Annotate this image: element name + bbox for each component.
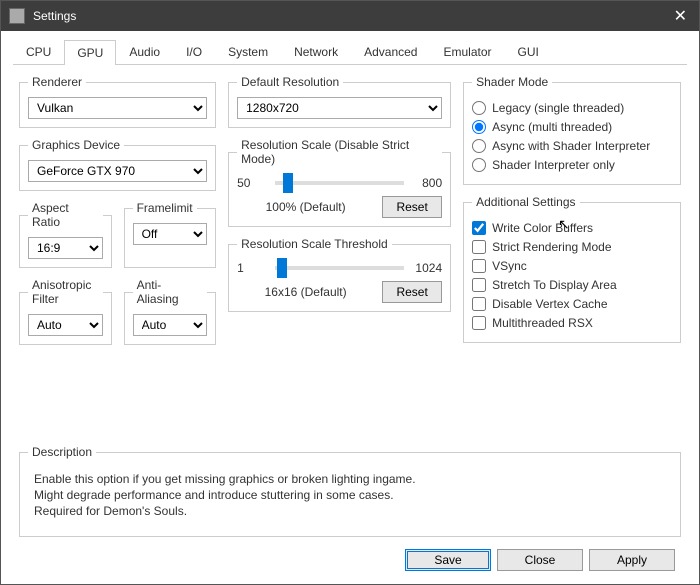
description-legend: Description xyxy=(28,445,96,459)
additional-option[interactable]: Stretch To Display Area xyxy=(472,277,672,293)
graphics-device-group: Graphics Device GeForce GTX 970 xyxy=(19,138,216,191)
tab-bar: CPUGPUAudioI/OSystemNetworkAdvancedEmula… xyxy=(13,39,687,65)
save-button[interactable]: Save xyxy=(405,549,491,571)
additional-label: VSync xyxy=(492,258,527,274)
res-threshold-slider[interactable] xyxy=(275,266,404,270)
res-threshold-min: 1 xyxy=(237,261,265,275)
shader-mode-option[interactable]: Async with Shader Interpreter xyxy=(472,138,672,154)
content-area: CPUGPUAudioI/OSystemNetworkAdvancedEmula… xyxy=(1,31,699,583)
additional-checkbox[interactable] xyxy=(472,221,486,235)
additional-option[interactable]: Strict Rendering Mode xyxy=(472,239,672,255)
shader-mode-label: Legacy (single threaded) xyxy=(492,100,624,116)
tab-i-o[interactable]: I/O xyxy=(173,39,215,64)
shader-mode-label: Async with Shader Interpreter xyxy=(492,138,650,154)
tab-advanced[interactable]: Advanced xyxy=(351,39,430,64)
additional-label: Multithreaded RSX xyxy=(492,315,593,331)
tab-audio[interactable]: Audio xyxy=(116,39,173,64)
resolution-scale-group: Resolution Scale (Disable Strict Mode) 5… xyxy=(228,138,451,227)
shader-mode-option[interactable]: Async (multi threaded) xyxy=(472,119,672,135)
additional-settings-group: Additional Settings Write Color Buffers S… xyxy=(463,195,681,343)
additional-label: Stretch To Display Area xyxy=(492,277,617,293)
additional-option[interactable]: Multithreaded RSX xyxy=(472,315,672,331)
res-scale-slider[interactable] xyxy=(275,181,404,185)
res-threshold-value: 16x16 (Default) xyxy=(237,285,374,299)
col-right: Shader Mode Legacy (single threaded) Asyn… xyxy=(463,75,681,435)
footer-buttons: Save Close Apply xyxy=(13,537,687,583)
description-text: Enable this option if you get missing gr… xyxy=(28,467,672,528)
res-threshold-max: 1024 xyxy=(414,261,442,275)
shader-mode-option[interactable]: Shader Interpreter only xyxy=(472,157,672,173)
resolution-threshold-group: Resolution Scale Threshold 1 1024 16x16 … xyxy=(228,237,451,312)
app-icon xyxy=(9,8,25,24)
shader-mode-group: Shader Mode Legacy (single threaded) Asyn… xyxy=(463,75,681,185)
additional-checkbox[interactable] xyxy=(472,259,486,273)
col-left: Renderer Vulkan Graphics Device GeForce … xyxy=(19,75,216,435)
default-resolution-select[interactable]: 1280x720 xyxy=(237,97,442,119)
framelimit-legend: Framelimit xyxy=(133,201,197,215)
tab-cpu[interactable]: CPU xyxy=(13,39,64,64)
window-title: Settings xyxy=(33,9,670,23)
framelimit-select[interactable]: Off xyxy=(133,223,208,245)
resolution-threshold-legend: Resolution Scale Threshold xyxy=(237,237,392,251)
aspect-ratio-select[interactable]: 16:9 xyxy=(28,237,103,259)
shader-mode-option[interactable]: Legacy (single threaded) xyxy=(472,100,672,116)
description-group: Description Enable this option if you ge… xyxy=(19,445,681,537)
shader-mode-label: Shader Interpreter only xyxy=(492,157,615,173)
tab-system[interactable]: System xyxy=(215,39,281,64)
additional-label: Disable Vertex Cache xyxy=(492,296,607,312)
anisotropic-group: Anisotropic Filter Auto xyxy=(19,278,112,345)
default-resolution-legend: Default Resolution xyxy=(237,75,343,89)
res-scale-reset-button[interactable]: Reset xyxy=(382,196,442,218)
graphics-device-legend: Graphics Device xyxy=(28,138,124,152)
additional-label: Write Color Buffers xyxy=(492,220,593,236)
anisotropic-select[interactable]: Auto xyxy=(28,314,103,336)
additional-checkbox[interactable] xyxy=(472,278,486,292)
tab-emulator[interactable]: Emulator xyxy=(430,39,504,64)
tab-gui[interactable]: GUI xyxy=(505,39,552,64)
graphics-device-select[interactable]: GeForce GTX 970 xyxy=(28,160,207,182)
renderer-legend: Renderer xyxy=(28,75,86,89)
default-resolution-group: Default Resolution 1280x720 xyxy=(228,75,451,128)
additional-option[interactable]: VSync xyxy=(472,258,672,274)
renderer-group: Renderer Vulkan xyxy=(19,75,216,128)
additional-option[interactable]: Write Color Buffers xyxy=(472,220,672,236)
resolution-scale-legend: Resolution Scale (Disable Strict Mode) xyxy=(237,138,442,166)
additional-checkbox[interactable] xyxy=(472,297,486,311)
aspect-ratio-legend: Aspect Ratio xyxy=(28,201,103,229)
antialias-legend: Anti-Aliasing xyxy=(133,278,208,306)
shader-mode-radio[interactable] xyxy=(472,101,486,115)
close-icon[interactable]: ✕ xyxy=(670,6,691,26)
antialias-group: Anti-Aliasing Auto xyxy=(124,278,217,345)
tab-network[interactable]: Network xyxy=(281,39,351,64)
col-middle: Default Resolution 1280x720 Resolution S… xyxy=(228,75,451,435)
res-threshold-reset-button[interactable]: Reset xyxy=(382,281,442,303)
anisotropic-legend: Anisotropic Filter xyxy=(28,278,103,306)
close-button[interactable]: Close xyxy=(497,549,583,571)
shader-mode-radio[interactable] xyxy=(472,139,486,153)
res-scale-min: 50 xyxy=(237,176,265,190)
title-bar: Settings ✕ xyxy=(1,1,699,31)
apply-button[interactable]: Apply xyxy=(589,549,675,571)
res-scale-value: 100% (Default) xyxy=(237,200,374,214)
tab-gpu[interactable]: GPU xyxy=(64,40,116,65)
res-scale-max: 800 xyxy=(414,176,442,190)
antialias-select[interactable]: Auto xyxy=(133,314,208,336)
additional-checkbox[interactable] xyxy=(472,240,486,254)
additional-checkbox[interactable] xyxy=(472,316,486,330)
shader-mode-radio[interactable] xyxy=(472,158,486,172)
shader-mode-radio[interactable] xyxy=(472,120,486,134)
additional-label: Strict Rendering Mode xyxy=(492,239,611,255)
renderer-select[interactable]: Vulkan xyxy=(28,97,207,119)
aspect-ratio-group: Aspect Ratio 16:9 xyxy=(19,201,112,268)
gpu-panel: Renderer Vulkan Graphics Device GeForce … xyxy=(13,65,687,445)
shader-mode-label: Async (multi threaded) xyxy=(492,119,612,135)
additional-option[interactable]: Disable Vertex Cache xyxy=(472,296,672,312)
additional-settings-legend: Additional Settings xyxy=(472,195,579,209)
framelimit-group: Framelimit Off xyxy=(124,201,217,268)
shader-mode-legend: Shader Mode xyxy=(472,75,552,89)
